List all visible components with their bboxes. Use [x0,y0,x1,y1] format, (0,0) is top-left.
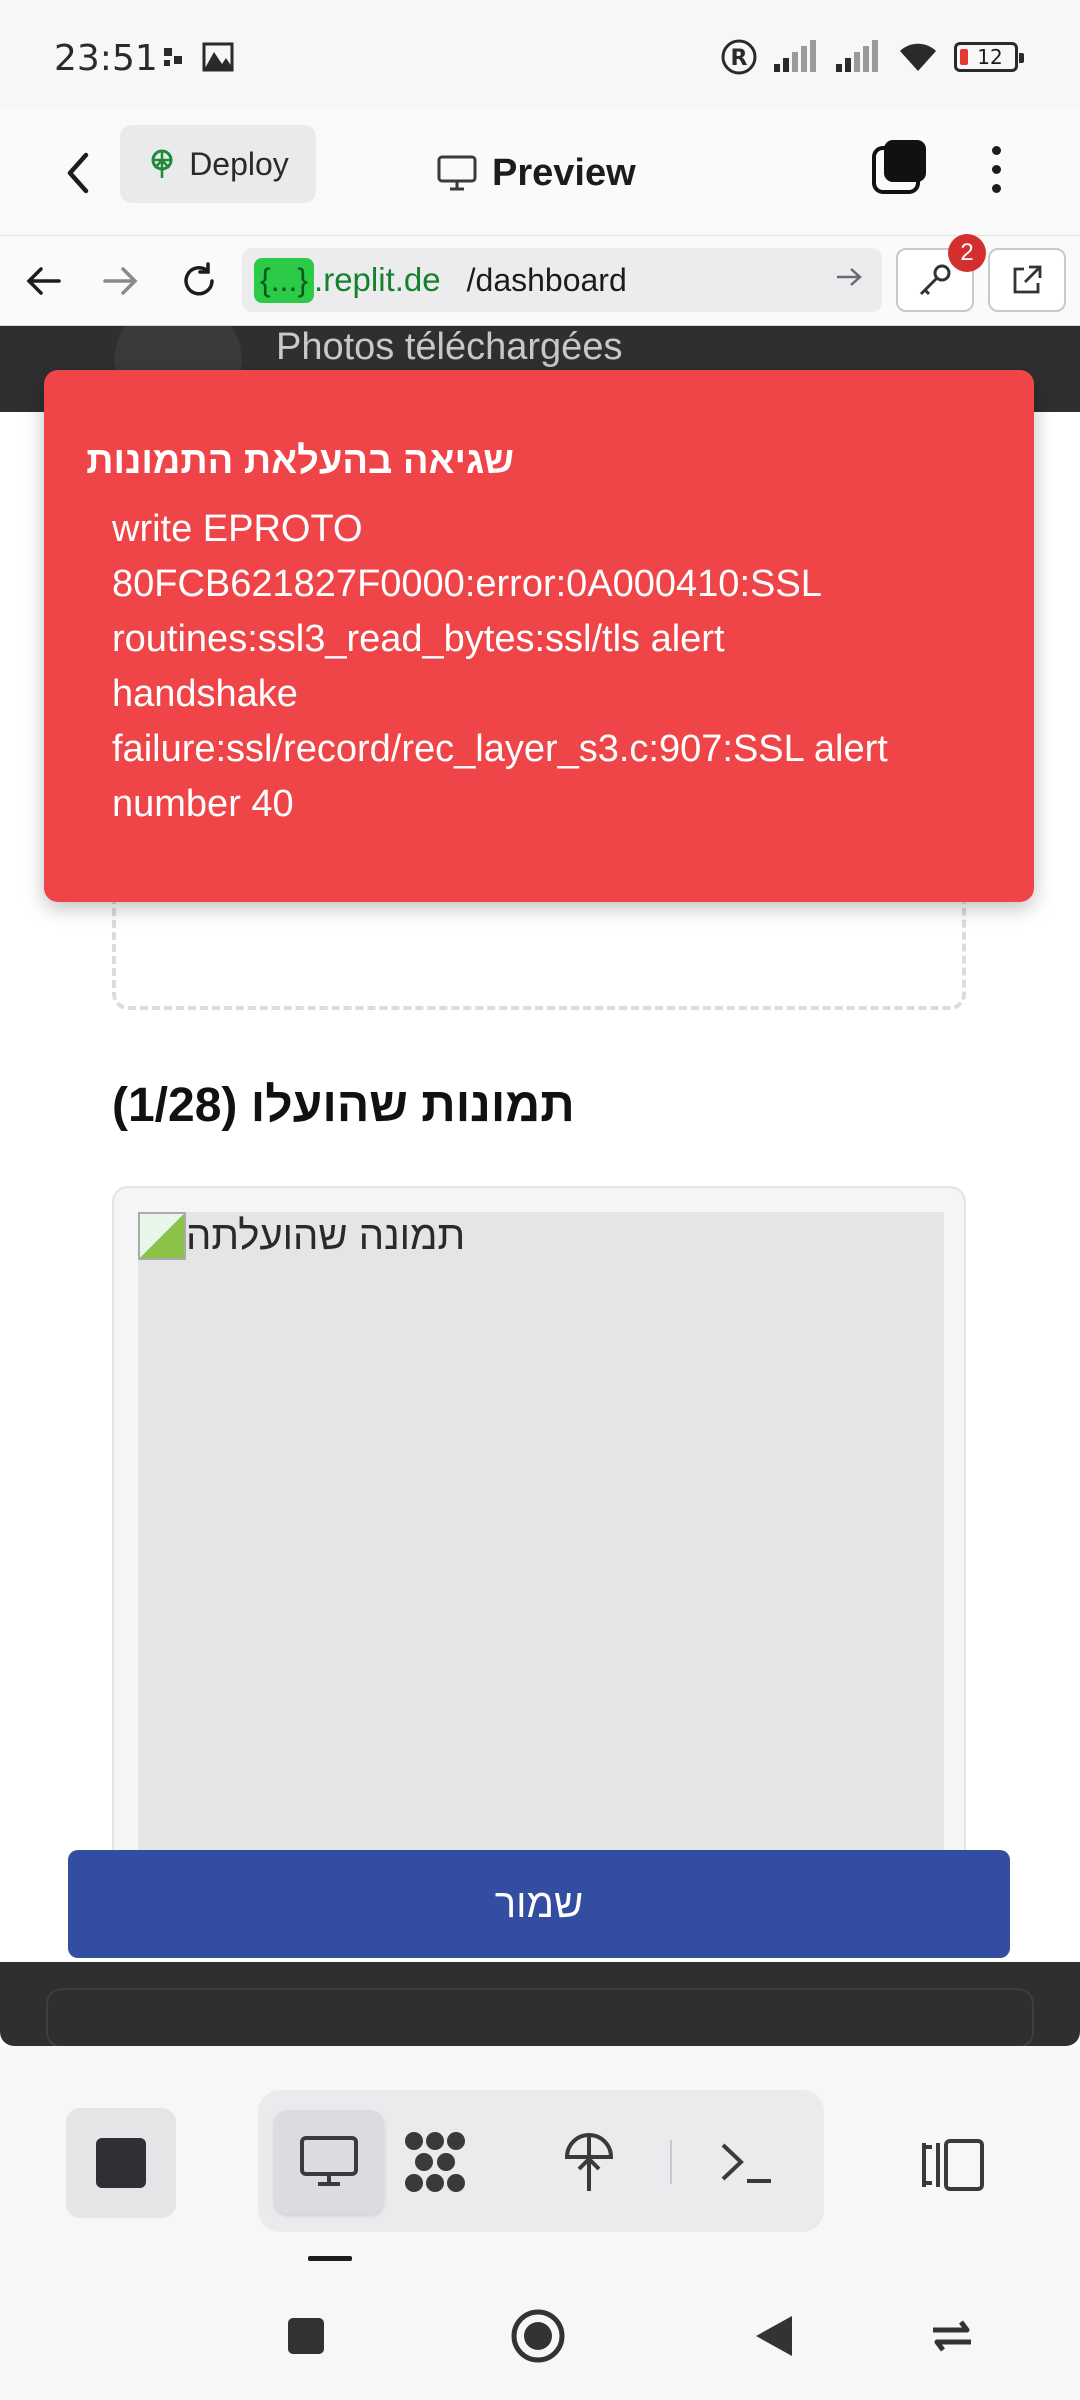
footer-panel [46,1988,1034,2046]
url-host-badge: {...} [254,257,315,303]
stop-button[interactable] [66,2108,176,2218]
status-bar: 23:51 R 12 [0,0,1080,110]
preview-label: Preview [492,151,636,194]
url-input[interactable]: {...} .replit.de /dashboard [242,248,882,312]
rotate-icon [933,2320,971,2352]
tool-shell[interactable] [692,2110,802,2214]
deploy-icon [151,149,173,178]
toolbar-divider [670,2140,672,2184]
split-layout-icon [922,2139,984,2191]
uploaded-image-card[interactable]: תמונה שהועלתה [112,1186,966,1886]
signal-icon [774,40,816,72]
wifi-icon [900,43,936,71]
tabs-icon [872,140,926,194]
toast-line: handshake [112,673,298,715]
broken-image-icon [138,1212,186,1260]
stop-icon [96,2138,146,2188]
recents-button[interactable] [276,2306,336,2366]
system-nav-bar [0,2272,1080,2400]
image-placeholder: תמונה שהועלתה [138,1212,944,1884]
reload-icon [184,262,214,296]
back-button[interactable] [48,138,108,208]
monitor-icon [300,2136,358,2186]
arrow-right-icon [103,267,138,295]
photos-header: Photos téléchargées [276,326,623,368]
image-alt-text: תמונה שהועלתה [186,1213,466,1258]
status-right-icons: R 12 [720,38,1024,76]
go-arrow-icon[interactable] [834,262,864,292]
url-host: .replit.de [314,261,441,298]
deploy-icon [564,2133,614,2191]
open-external-button[interactable] [988,248,1066,312]
tabs-button[interactable] [868,134,932,198]
tool-workflows[interactable] [380,2110,490,2214]
toast-line: failure:ssl/record/rec_layer_s3.c:907:SS… [112,728,888,770]
url-path: /dashboard [466,261,627,298]
system-back-button[interactable] [744,2306,804,2366]
status-time: 23:51 [54,38,158,79]
deploy-button[interactable]: Deploy [120,125,316,203]
triangle-back-icon [756,2316,792,2356]
toast-message: write EPROTO 80FCB621827F0000:error:0A00… [112,502,992,832]
more-options-button[interactable] [964,134,1028,204]
toast-line: write EPROTO [112,508,363,550]
arrow-left-icon [26,267,61,295]
monitor-icon [437,155,477,191]
save-button[interactable]: שמור [68,1850,1010,1958]
toast-line: 80FCB621827F0000:error:0A000410:SSL [112,563,822,605]
page-footer-band [0,1962,1080,2046]
secrets-button[interactable]: 2 [896,234,986,312]
square-icon [288,2318,324,2354]
home-button[interactable] [508,2306,568,2366]
key-icon [919,264,951,296]
bottom-toolbar [0,2046,1080,2272]
battery-indicator: 12 [954,42,1024,72]
status-left-icons [162,40,236,76]
layout-toggle-button[interactable] [918,2130,988,2200]
chevron-left-icon [67,152,89,194]
rotate-button[interactable] [922,2306,982,2366]
url-bar: {...} .replit.de /dashboard 2 [0,234,1080,326]
activity-icon [164,48,182,66]
reload-button[interactable] [174,256,224,306]
signal-icon-2 [836,40,878,72]
registered-icon: R [721,39,757,75]
terminal-icon [721,2143,771,2183]
toast-title: שגיאה בהעלאת התמונות [86,440,514,482]
error-toast[interactable]: שגיאה בהעלאת התמונות write EPROTO 80FCB6… [44,370,1034,902]
active-tool-indicator [308,2256,352,2261]
battery-level: 12 [977,45,1003,69]
dot-icon [991,145,1001,155]
toast-line: number 40 [112,783,294,825]
browser-back-button[interactable] [18,256,68,306]
home-circle-icon [511,2309,565,2363]
tool-switcher [258,2090,824,2232]
deploy-label: Deploy [189,145,289,182]
tool-deployments[interactable] [534,2110,644,2214]
gallery-icon [202,42,234,72]
notification-badge: 2 [948,234,986,272]
external-link-icon [1013,265,1042,294]
gallery-title: תמונות שהועלו (1/28) [112,1079,575,1132]
preview-tab[interactable]: Preview [436,138,636,208]
tool-preview[interactable] [274,2110,384,2214]
app-header: Deploy Preview [0,110,1080,236]
dot-icon [991,164,1001,174]
workflow-icon [405,2132,465,2192]
broken-image: תמונה שהועלתה [138,1212,465,1260]
browser-forward-button[interactable] [96,256,146,306]
svg-text:R: R [731,46,748,71]
toast-line: routines:ssl3_read_bytes:ssl/tls alert [112,618,725,660]
dot-icon [991,183,1001,193]
